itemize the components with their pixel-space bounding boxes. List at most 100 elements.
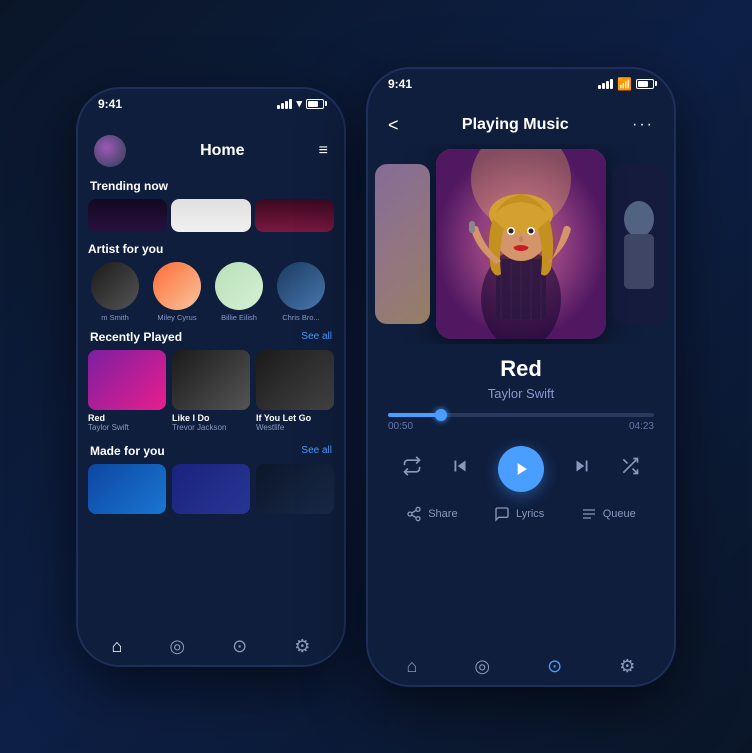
right-battery-icon: [636, 79, 654, 89]
artist-name-4: Chris Bro...: [282, 313, 320, 322]
right-status-icons: 📶: [598, 77, 654, 91]
shuffle-button[interactable]: [620, 456, 640, 481]
song-title: Red: [388, 356, 654, 382]
nav-podcast[interactable]: ◎: [169, 636, 185, 657]
action-buttons: Share Lyrics Queue: [368, 500, 674, 528]
recent-row: Red Taylor Swift Like I Do Trevor Jackso…: [78, 350, 344, 432]
right-home-icon: ⌂: [407, 656, 418, 677]
recently-played-see-all[interactable]: See all: [301, 331, 332, 342]
recent-img-3: [256, 350, 334, 410]
artist-item-2[interactable]: Miley Cyrus: [150, 262, 204, 322]
more-options-button[interactable]: ···: [632, 116, 654, 134]
artist-img-3: [215, 262, 263, 310]
right-header: < Playing Music ···: [368, 109, 674, 144]
battery-icon: [306, 99, 324, 109]
artist-section: Artist for you m Smith Miley Cyrus Billi…: [78, 232, 344, 326]
share-label: Share: [428, 508, 457, 520]
trending-img-2: [171, 199, 250, 232]
trending-img-1: [88, 199, 167, 232]
artist-img-2: [153, 262, 201, 310]
progress-thumb: [435, 409, 447, 421]
right-phone: 9:41 📶 < Playing Music ···: [366, 67, 676, 687]
back-button[interactable]: <: [388, 115, 399, 136]
album-art-left: [375, 164, 430, 324]
recent-img-1: [88, 350, 166, 410]
trending-card-2[interactable]: Never Broke Again Black Young Boy: [171, 199, 250, 232]
made-row: [78, 464, 344, 514]
right-nav-settings[interactable]: ⚙: [619, 656, 635, 677]
artist-img-1: [91, 262, 139, 310]
recent-title-2: Like I Do: [172, 413, 250, 423]
progress-times: 00:50 04:23: [388, 421, 654, 432]
recently-played-header: Recently Played See all: [78, 326, 344, 350]
left-phone: 9:41 ▾ Home ≡ Trend: [76, 87, 346, 667]
trending-img-3: [255, 199, 334, 232]
album-area: [368, 144, 674, 344]
artist-item-3[interactable]: Billie Eilish: [212, 262, 266, 322]
artist-item-4[interactable]: Chris Bro...: [274, 262, 328, 322]
left-bottom-nav: ⌂ ◎ ⊙ ⚙: [78, 628, 344, 665]
progress-bar[interactable]: [388, 413, 654, 417]
artist-label: Artist for you: [88, 236, 334, 262]
recent-card-3[interactable]: If You Let Go Westlife: [256, 350, 334, 432]
made-card-2[interactable]: [172, 464, 250, 514]
right-status-bar: 9:41 📶: [368, 69, 674, 95]
recent-card-2[interactable]: Like I Do Trevor Jackson: [172, 350, 250, 432]
trending-grid: Wait For You Future Never Broke Again Bl…: [78, 199, 344, 232]
right-nav-home[interactable]: ⌂: [407, 656, 418, 677]
left-header: Home ≡: [78, 129, 344, 175]
total-time: 04:23: [629, 421, 654, 432]
recently-played-label: Recently Played: [90, 330, 182, 344]
progress-area: 00:50 04:23: [368, 407, 674, 438]
made-for-you-see-all[interactable]: See all: [301, 445, 332, 456]
clock-icon: ⊙: [232, 636, 247, 657]
made-card-3[interactable]: [256, 464, 334, 514]
repeat-button[interactable]: [402, 456, 422, 481]
settings-icon: ⚙: [294, 636, 310, 657]
lyrics-label: Lyrics: [516, 508, 544, 520]
next-button[interactable]: [571, 455, 593, 482]
made-for-you-label: Made for you: [90, 444, 165, 458]
right-time: 9:41: [388, 77, 412, 91]
avatar[interactable]: [94, 135, 126, 167]
nav-history[interactable]: ⊙: [232, 636, 247, 657]
left-status-bar: 9:41 ▾: [78, 89, 344, 115]
play-pause-button[interactable]: [498, 446, 544, 492]
queue-label: Queue: [603, 508, 636, 520]
page-title: Home: [200, 142, 244, 160]
queue-button[interactable]: Queue: [581, 506, 636, 522]
trending-card-1[interactable]: Wait For You Future: [88, 199, 167, 232]
artist-row: m Smith Miley Cyrus Billie Eilish Chris …: [88, 262, 334, 322]
left-notch: [171, 113, 251, 127]
right-settings-icon: ⚙: [619, 656, 635, 677]
right-podcast-icon: ◎: [474, 656, 490, 677]
nav-home[interactable]: ⌂: [112, 636, 123, 657]
recent-artist-1: Taylor Swift: [88, 423, 166, 432]
album-art-right: [612, 164, 667, 324]
podcast-icon: ◎: [169, 636, 185, 657]
right-nav-podcast[interactable]: ◎: [474, 656, 490, 677]
menu-button[interactable]: ≡: [319, 142, 328, 160]
prev-button[interactable]: [449, 455, 471, 482]
scene: 9:41 ▾ Home ≡ Trend: [0, 0, 752, 753]
recent-title-3: If You Let Go: [256, 413, 334, 423]
lyrics-button[interactable]: Lyrics: [494, 506, 544, 522]
share-button[interactable]: Share: [406, 506, 457, 522]
wifi-icon: ▾: [296, 97, 302, 110]
home-icon: ⌂: [112, 636, 123, 657]
artist-img-4: [277, 262, 325, 310]
artist-item-1[interactable]: m Smith: [88, 262, 142, 322]
recent-card-1[interactable]: Red Taylor Swift: [88, 350, 166, 432]
nav-settings[interactable]: ⚙: [294, 636, 310, 657]
made-card-1[interactable]: [88, 464, 166, 514]
current-time: 00:50: [388, 421, 413, 432]
recent-artist-3: Westlife: [256, 423, 334, 432]
trending-card-3[interactable]: Hot Shit Cardi B: [255, 199, 334, 232]
trending-label: Trending now: [78, 175, 344, 199]
signal-icon: [277, 99, 292, 109]
right-nav-history[interactable]: ⊙: [547, 656, 562, 677]
right-bottom-nav: ⌂ ◎ ⊙ ⚙: [368, 648, 674, 685]
artist-name-2: Miley Cyrus: [157, 313, 196, 322]
right-notch: [476, 93, 566, 107]
recent-artist-2: Trevor Jackson: [172, 423, 250, 432]
